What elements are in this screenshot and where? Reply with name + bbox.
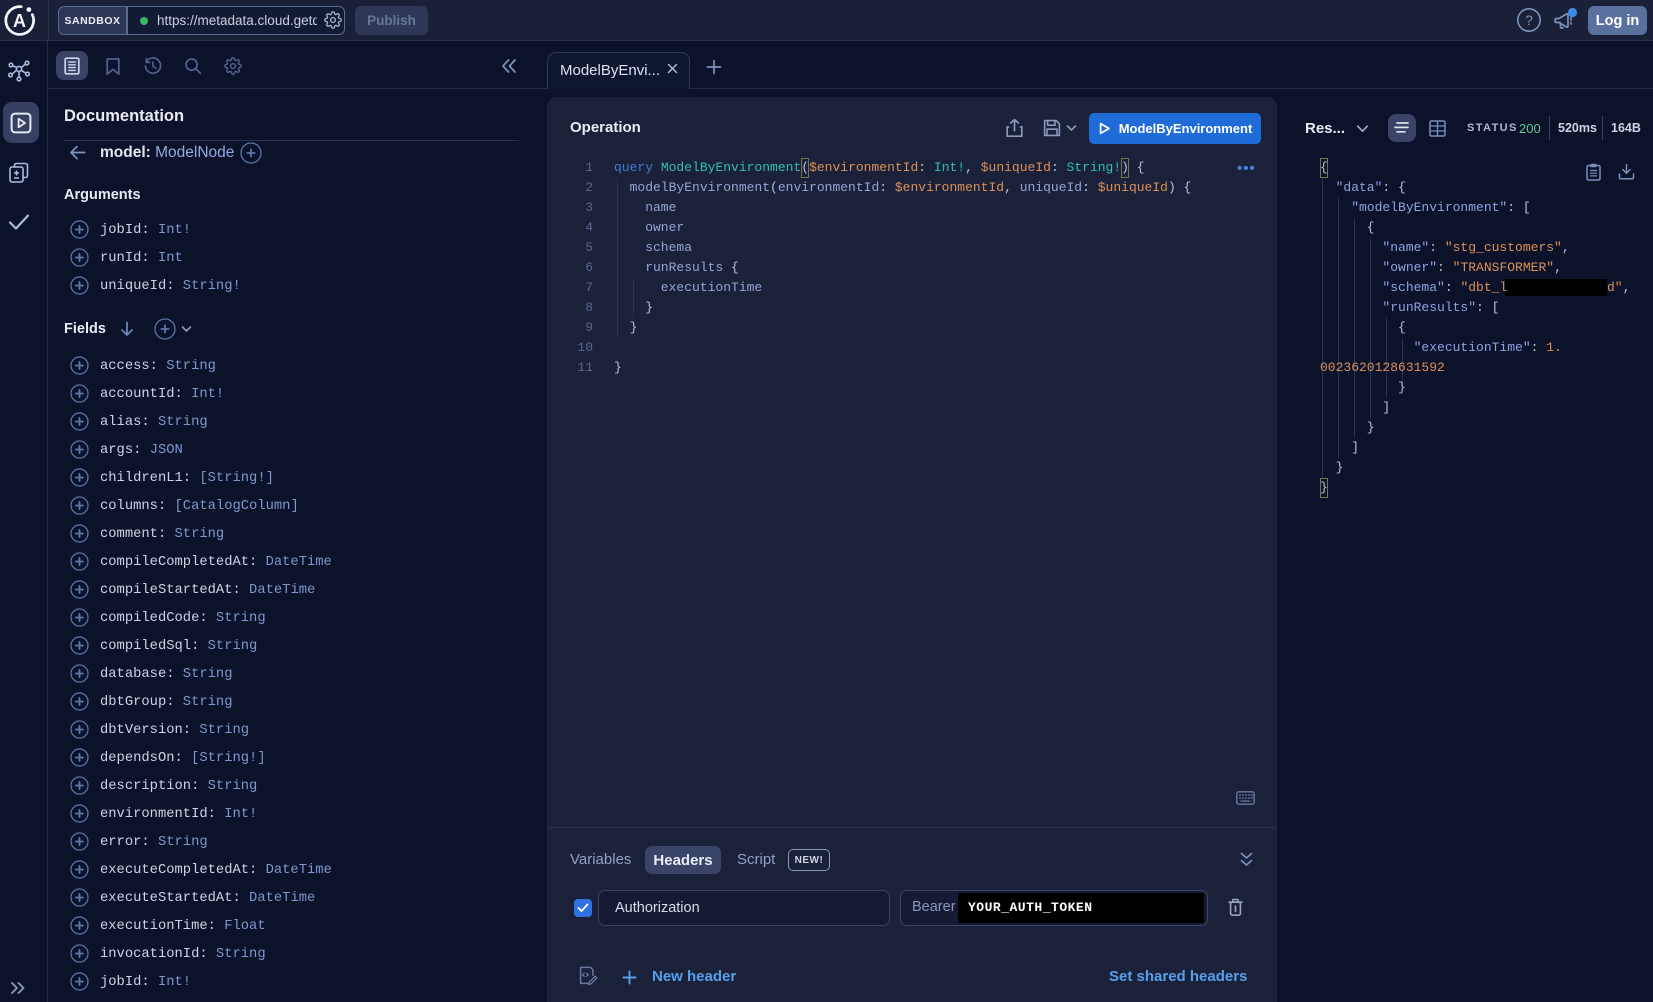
svg-text:?: ? — [1525, 12, 1533, 28]
svg-text:A: A — [13, 11, 26, 31]
